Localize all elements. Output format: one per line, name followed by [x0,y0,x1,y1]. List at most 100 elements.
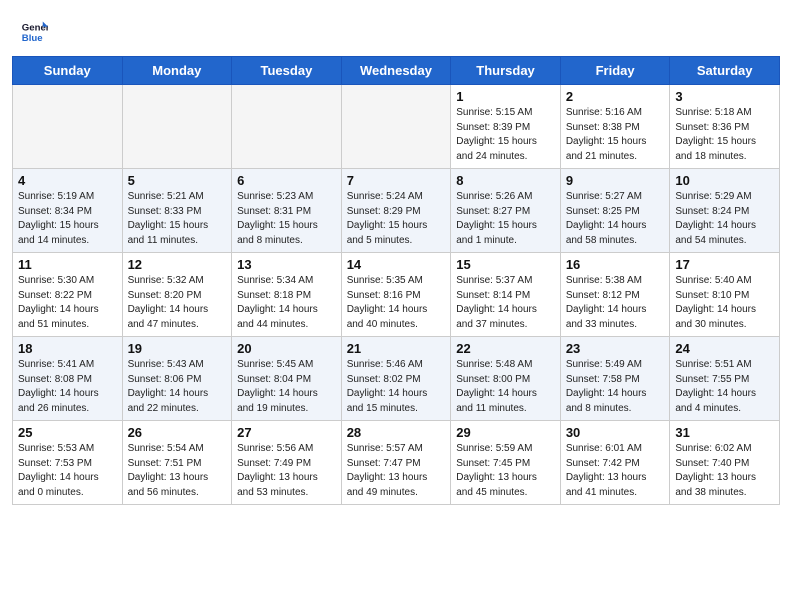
day-number: 25 [18,425,117,440]
cell-text: Sunrise: 5:41 AM Sunset: 8:08 PM Dayligh… [18,358,117,416]
calendar-table: SundayMondayTuesdayWednesdayThursdayFrid… [12,56,780,505]
calendar-cell: 18 Sunrise: 5:41 AM Sunset: 8:08 PM Dayli… [13,337,123,421]
logo-icon: General Blue [20,18,48,46]
day-number: 18 [18,341,117,356]
calendar-cell: 21Sunrise: 5:46 AM Sunset: 8:02 PM Dayli… [341,337,451,421]
page-header: General Blue [0,0,792,56]
calendar-cell: 22 Sunrise: 5:48 AM Sunset: 8:00 PM Dayli… [451,337,561,421]
cell-text: Sunrise: 5:29 AM Sunset: 8:24 PM Dayligh… [675,190,774,248]
cell-text: Sunrise: 5:38 AM Sunset: 8:12 PM Dayligh… [566,274,665,332]
calendar-cell: 25 Sunrise: 5:53 AM Sunset: 7:53 PM Dayli… [13,421,123,505]
logo: General Blue [20,18,52,46]
day-number: 10 [675,173,774,188]
calendar-cell: 24Sunrise: 5:51 AM Sunset: 7:55 PM Dayli… [670,337,780,421]
day-number: 14 [347,257,446,272]
cell-text: Sunrise: 5:18 AM Sunset: 8:36 PM Dayligh… [675,106,774,164]
day-number: 22 [456,341,555,356]
calendar-cell: 5 Sunrise: 5:21 AM Sunset: 8:33 PM Daylig… [122,169,232,253]
week-row-3: 11 Sunrise: 5:30 AM Sunset: 8:22 PM Dayli… [13,253,780,337]
calendar-cell: 20 Sunrise: 5:45 AM Sunset: 8:04 PM Dayli… [232,337,342,421]
calendar-cell: 14 Sunrise: 5:35 AM Sunset: 8:16 PM Dayli… [341,253,451,337]
day-number: 11 [18,257,117,272]
cell-text: Sunrise: 6:01 AM Sunset: 7:42 PM Dayligh… [566,442,665,500]
calendar-cell: 4 Sunrise: 5:19 AM Sunset: 8:34 PM Daylig… [13,169,123,253]
day-number: 20 [237,341,336,356]
day-number: 15 [456,257,555,272]
cell-text: Sunrise: 5:54 AM Sunset: 7:51 PM Dayligh… [128,442,227,500]
day-number: 7 [347,173,446,188]
cell-text: Sunrise: 5:43 AM Sunset: 8:06 PM Dayligh… [128,358,227,416]
calendar-cell: 17 Sunrise: 5:40 AM Sunset: 8:10 PM Dayli… [670,253,780,337]
day-number: 2 [566,89,665,104]
calendar-cell: 15 Sunrise: 5:37 AM Sunset: 8:14 PM Dayli… [451,253,561,337]
cell-text: Sunrise: 5:19 AM Sunset: 8:34 PM Dayligh… [18,190,117,248]
weekday-sunday: Sunday [13,57,123,85]
calendar-cell: 26 Sunrise: 5:54 AM Sunset: 7:51 PM Dayli… [122,421,232,505]
cell-text: Sunrise: 5:53 AM Sunset: 7:53 PM Dayligh… [18,442,117,500]
calendar-cell: 27Sunrise: 5:56 AM Sunset: 7:49 PM Dayli… [232,421,342,505]
calendar-cell: 1 Sunrise: 5:15 AM Sunset: 8:39 PM Daylig… [451,85,561,169]
calendar-cell: 23Sunrise: 5:49 AM Sunset: 7:58 PM Dayli… [560,337,670,421]
cell-text: Sunrise: 5:24 AM Sunset: 8:29 PM Dayligh… [347,190,446,248]
day-number: 16 [566,257,665,272]
cell-text: Sunrise: 5:34 AM Sunset: 8:18 PM Dayligh… [237,274,336,332]
calendar-cell: 19 Sunrise: 5:43 AM Sunset: 8:06 PM Dayli… [122,337,232,421]
day-number: 19 [128,341,227,356]
cell-text: Sunrise: 5:37 AM Sunset: 8:14 PM Dayligh… [456,274,555,332]
week-row-1: 1 Sunrise: 5:15 AM Sunset: 8:39 PM Daylig… [13,85,780,169]
calendar-cell [13,85,123,169]
calendar-cell: 9 Sunrise: 5:27 AM Sunset: 8:25 PM Daylig… [560,169,670,253]
calendar-cell: 31 Sunrise: 6:02 AM Sunset: 7:40 PM Dayli… [670,421,780,505]
cell-text: Sunrise: 5:27 AM Sunset: 8:25 PM Dayligh… [566,190,665,248]
calendar-cell: 11 Sunrise: 5:30 AM Sunset: 8:22 PM Dayli… [13,253,123,337]
weekday-wednesday: Wednesday [341,57,451,85]
day-number: 31 [675,425,774,440]
day-number: 13 [237,257,336,272]
calendar-cell: 16 Sunrise: 5:38 AM Sunset: 8:12 PM Dayli… [560,253,670,337]
day-number: 24 [675,341,774,356]
weekday-header-row: SundayMondayTuesdayWednesdayThursdayFrid… [13,57,780,85]
day-number: 29 [456,425,555,440]
weekday-thursday: Thursday [451,57,561,85]
calendar-cell: 8 Sunrise: 5:26 AM Sunset: 8:27 PM Daylig… [451,169,561,253]
cell-text: Sunrise: 5:35 AM Sunset: 8:16 PM Dayligh… [347,274,446,332]
week-row-5: 25 Sunrise: 5:53 AM Sunset: 7:53 PM Dayli… [13,421,780,505]
calendar-cell: 10 Sunrise: 5:29 AM Sunset: 8:24 PM Dayli… [670,169,780,253]
day-number: 4 [18,173,117,188]
cell-text: Sunrise: 5:57 AM Sunset: 7:47 PM Dayligh… [347,442,446,500]
day-number: 5 [128,173,227,188]
cell-text: Sunrise: 5:48 AM Sunset: 8:00 PM Dayligh… [456,358,555,416]
calendar-cell: 30 Sunrise: 6:01 AM Sunset: 7:42 PM Dayli… [560,421,670,505]
day-number: 1 [456,89,555,104]
day-number: 12 [128,257,227,272]
weekday-monday: Monday [122,57,232,85]
cell-text: Sunrise: 5:49 AM Sunset: 7:58 PM Dayligh… [566,358,665,416]
day-number: 21 [347,341,446,356]
day-number: 26 [128,425,227,440]
cell-text: Sunrise: 5:26 AM Sunset: 8:27 PM Dayligh… [456,190,555,248]
day-number: 30 [566,425,665,440]
calendar-cell: 12 Sunrise: 5:32 AM Sunset: 8:20 PM Dayli… [122,253,232,337]
calendar-cell: 13 Sunrise: 5:34 AM Sunset: 8:18 PM Dayli… [232,253,342,337]
calendar-cell: 3Sunrise: 5:18 AM Sunset: 8:36 PM Daylig… [670,85,780,169]
cell-text: Sunrise: 5:32 AM Sunset: 8:20 PM Dayligh… [128,274,227,332]
day-number: 17 [675,257,774,272]
cell-text: Sunrise: 5:45 AM Sunset: 8:04 PM Dayligh… [237,358,336,416]
calendar-cell: 2Sunrise: 5:16 AM Sunset: 8:38 PM Daylig… [560,85,670,169]
calendar-cell: 29Sunrise: 5:59 AM Sunset: 7:45 PM Dayli… [451,421,561,505]
week-row-4: 18 Sunrise: 5:41 AM Sunset: 8:08 PM Dayli… [13,337,780,421]
cell-text: Sunrise: 5:40 AM Sunset: 8:10 PM Dayligh… [675,274,774,332]
cell-text: Sunrise: 5:56 AM Sunset: 7:49 PM Dayligh… [237,442,336,500]
cell-text: Sunrise: 5:30 AM Sunset: 8:22 PM Dayligh… [18,274,117,332]
day-number: 8 [456,173,555,188]
weekday-tuesday: Tuesday [232,57,342,85]
calendar-cell: 6Sunrise: 5:23 AM Sunset: 8:31 PM Daylig… [232,169,342,253]
svg-text:Blue: Blue [22,33,43,44]
cell-text: Sunrise: 5:15 AM Sunset: 8:39 PM Dayligh… [456,106,555,164]
cell-text: Sunrise: 6:02 AM Sunset: 7:40 PM Dayligh… [675,442,774,500]
weekday-saturday: Saturday [670,57,780,85]
weekday-friday: Friday [560,57,670,85]
cell-text: Sunrise: 5:21 AM Sunset: 8:33 PM Dayligh… [128,190,227,248]
calendar-cell [341,85,451,169]
day-number: 9 [566,173,665,188]
